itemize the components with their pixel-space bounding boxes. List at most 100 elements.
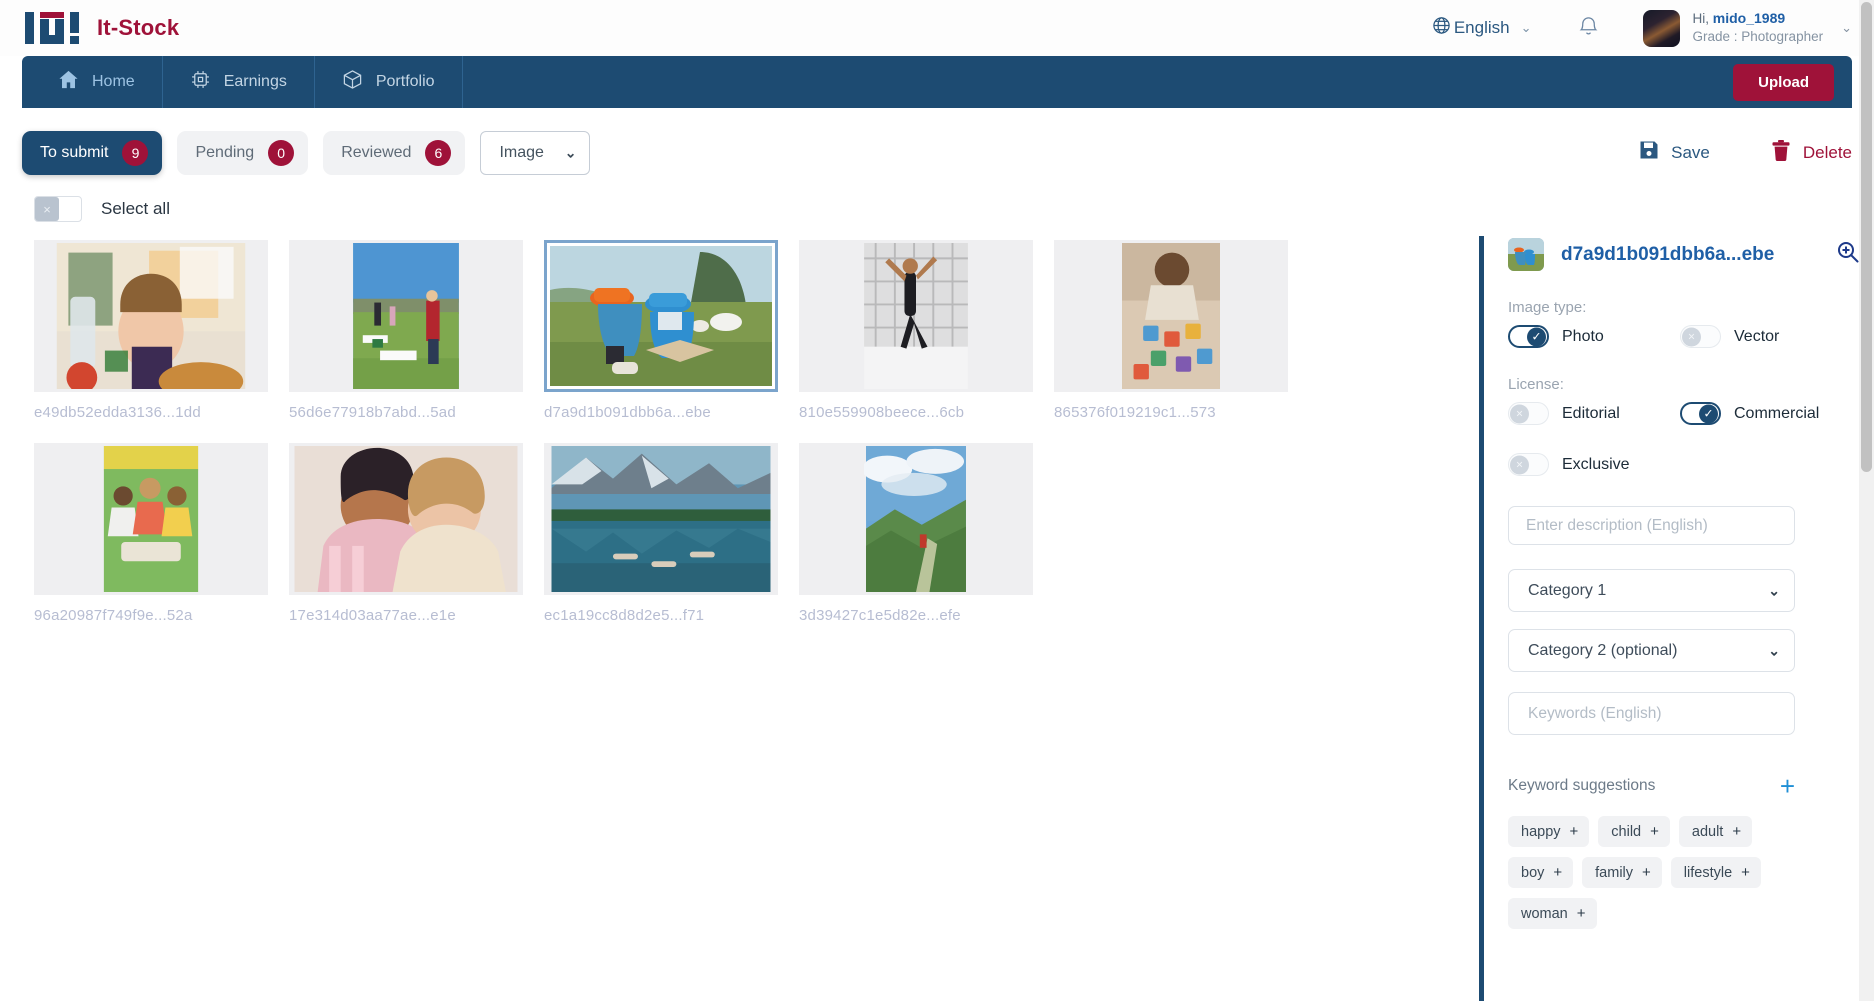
plus-icon[interactable]: +: [1741, 864, 1750, 881]
asset-thumbnail[interactable]: [34, 240, 268, 392]
asset-thumbnail[interactable]: [289, 443, 523, 595]
keyword-tag-label: family: [1595, 864, 1634, 881]
plus-icon[interactable]: +: [1570, 823, 1579, 840]
nav-item-portfolio[interactable]: Portfolio: [315, 56, 463, 108]
bulk-actions: Save Delete: [1638, 139, 1852, 167]
keyword-tag[interactable]: family +: [1582, 857, 1662, 888]
user-chevron-down-icon[interactable]: ⌄: [1841, 20, 1852, 36]
asset-label: 865376f019219c1...573: [1054, 404, 1216, 421]
asset-card[interactable]: 56d6e77918b7abd...5ad: [289, 240, 544, 421]
asset-card[interactable]: 810e559908beece...6cb: [799, 240, 1054, 421]
language-selector[interactable]: English ⌄: [1432, 16, 1532, 40]
keyword-tag[interactable]: adult +: [1678, 816, 1753, 847]
page-scrollbar[interactable]: [1859, 0, 1874, 1001]
select-all-toggle-knob: ×: [35, 197, 59, 221]
tab-pending[interactable]: Pending 0: [177, 130, 309, 175]
commercial-toggle-knob: ✓: [1699, 404, 1718, 423]
add-all-keywords-icon[interactable]: +: [1780, 773, 1795, 799]
tab-to-submit[interactable]: To submit 9: [22, 130, 163, 175]
brand-name: It-Stock: [97, 15, 180, 40]
image-type-photo[interactable]: ✓ Photo: [1508, 325, 1680, 348]
keyword-tag[interactable]: child +: [1598, 816, 1670, 847]
photo-toggle[interactable]: ✓: [1508, 325, 1549, 348]
keyword-suggestions-header: Keyword suggestions +: [1508, 773, 1795, 799]
image-type-vector[interactable]: × Vector: [1680, 325, 1852, 348]
category2-wrap: Category 2 (optional) ⌄: [1508, 629, 1795, 672]
plus-icon[interactable]: +: [1553, 864, 1562, 881]
plus-icon[interactable]: +: [1642, 864, 1651, 881]
license-editorial[interactable]: × Editorial: [1508, 402, 1680, 425]
cube-icon: [342, 69, 363, 95]
plus-icon[interactable]: +: [1650, 823, 1659, 840]
keyword-tag-label: happy: [1521, 823, 1561, 840]
select-all-row: × Select all: [0, 180, 1874, 228]
keyword-tag-label: adult: [1691, 823, 1724, 840]
asset-thumbnail[interactable]: [1054, 240, 1288, 392]
commercial-toggle[interactable]: ✓: [1680, 402, 1721, 425]
keyword-tag[interactable]: lifestyle +: [1670, 857, 1761, 888]
select-all-label: Select all: [101, 199, 170, 218]
vector-label: Vector: [1734, 327, 1780, 345]
thumb-image-mountain-lake: [551, 446, 771, 592]
tab-reviewed-count: 6: [425, 139, 452, 166]
tab-reviewed[interactable]: Reviewed 6: [323, 130, 466, 175]
editorial-toggle-knob: ×: [1510, 404, 1529, 423]
vector-toggle[interactable]: ×: [1680, 325, 1721, 348]
asset-thumbnail[interactable]: [34, 443, 268, 595]
nav-item-earnings[interactable]: Earnings: [163, 56, 315, 108]
keyword-tag[interactable]: happy +: [1508, 816, 1590, 847]
exclusive-toggle[interactable]: ×: [1508, 453, 1549, 476]
nav-item-portfolio-label: Portfolio: [375, 73, 435, 90]
avatar[interactable]: [1642, 9, 1680, 47]
thumb-image-children-grass: [103, 446, 199, 592]
page-scrollbar-thumb[interactable]: [1861, 2, 1872, 472]
tab-reviewed-label: Reviewed: [341, 143, 412, 161]
asset-card[interactable]: 96a20987f749f9e...52a: [34, 443, 289, 624]
bell-icon[interactable]: [1578, 14, 1599, 42]
plus-icon[interactable]: +: [1577, 905, 1586, 922]
save-button-label: Save: [1671, 142, 1710, 162]
category1-wrap: Category 1 ⌄: [1508, 569, 1795, 612]
keyword-suggestions-label: Keyword suggestions: [1508, 777, 1656, 794]
save-button[interactable]: Save: [1638, 139, 1710, 166]
asset-card[interactable]: 17e314d03aa77ae...e1e: [289, 443, 544, 624]
asset-card-selected[interactable]: d7a9d1b091dbb6a...ebe: [544, 240, 799, 421]
asset-card[interactable]: e49db52edda3136...1dd: [34, 240, 289, 421]
exclusive-row: × Exclusive: [1508, 453, 1874, 476]
plus-icon[interactable]: +: [1732, 823, 1741, 840]
asset-thumbnail[interactable]: [544, 443, 778, 595]
brand[interactable]: It-Stock: [24, 11, 179, 45]
upload-button[interactable]: Upload: [1733, 63, 1834, 101]
description-input[interactable]: Enter description (English): [1508, 506, 1795, 545]
media-type-select[interactable]: Image: [480, 130, 591, 175]
home-icon: [58, 69, 79, 95]
license-label: License:: [1508, 376, 1564, 393]
license-commercial[interactable]: ✓ Commercial: [1680, 402, 1852, 425]
panel-thumbnail[interactable]: [1508, 238, 1544, 271]
select-all-toggle[interactable]: ×: [34, 196, 82, 222]
category2-select[interactable]: Category 2 (optional): [1508, 629, 1795, 672]
keyword-suggestion-list: happy + child + adult + boy + family + l…: [1508, 816, 1808, 929]
asset-card[interactable]: 865376f019219c1...573: [1054, 240, 1309, 421]
keyword-tag-label: woman: [1521, 905, 1568, 922]
asset-card[interactable]: ec1a19cc8d8d2e5...f71: [544, 443, 799, 624]
asset-thumbnail[interactable]: [799, 240, 1033, 392]
delete-button[interactable]: Delete: [1770, 139, 1852, 167]
zoom-in-icon[interactable]: [1836, 240, 1860, 269]
keyword-tag[interactable]: boy +: [1508, 857, 1574, 888]
keyword-tag[interactable]: woman +: [1508, 898, 1597, 929]
asset-label: 810e559908beece...6cb: [799, 404, 965, 421]
main-nav: Home Earnings Portfolio Upload: [22, 56, 1852, 108]
nav-item-home[interactable]: Home: [40, 56, 163, 108]
asset-label: ec1a19cc8d8d2e5...f71: [544, 607, 705, 624]
asset-card[interactable]: 3d39427c1e5d82e...efe: [799, 443, 1054, 624]
editorial-toggle[interactable]: ×: [1508, 402, 1549, 425]
photo-label: Photo: [1562, 327, 1604, 345]
category1-select[interactable]: Category 1: [1508, 569, 1795, 612]
keywords-input[interactable]: Keywords (English): [1508, 692, 1795, 735]
user-info[interactable]: Hi, mido_1989 Grade : Photographer: [1693, 10, 1824, 45]
asset-thumbnail[interactable]: [799, 443, 1033, 595]
exclusive-cell[interactable]: × Exclusive: [1508, 453, 1680, 476]
asset-thumbnail[interactable]: [289, 240, 523, 392]
asset-thumbnail[interactable]: [544, 240, 778, 392]
